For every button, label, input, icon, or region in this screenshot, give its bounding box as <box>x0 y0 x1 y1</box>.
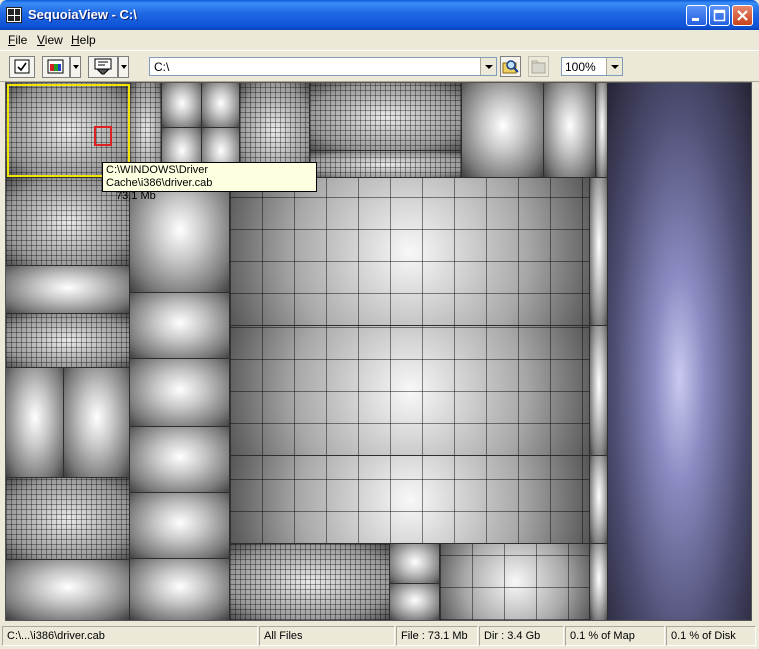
status-dir-size: Dir : 3.4 Gb <box>479 626 564 646</box>
treemap-file[interactable] <box>201 83 241 129</box>
sequoiaview-app-icon[interactable] <box>6 7 22 23</box>
menu-bar: File View Help <box>0 30 759 50</box>
menu-help[interactable]: Help <box>71 33 96 47</box>
status-bar: C:\...\i386\driver.cab All Files File : … <box>0 623 759 649</box>
treemap-file[interactable] <box>129 292 231 360</box>
maximize-button[interactable] <box>709 5 730 26</box>
treemap-file[interactable] <box>589 177 609 327</box>
drive-select-icon <box>14 59 30 74</box>
treemap-folder[interactable] <box>309 150 463 179</box>
status-file-size: File : 73.1 Mb <box>396 626 478 646</box>
status-disk-percent: 0.1 % of Disk <box>666 626 756 646</box>
filter-button[interactable] <box>88 56 118 78</box>
treemap-file[interactable] <box>63 367 131 479</box>
treemap-folder[interactable] <box>229 325 591 457</box>
treemap-folder[interactable] <box>229 455 591 545</box>
window-title: SequoiaView - C:\ <box>28 7 137 22</box>
title-bar[interactable]: SequoiaView - C:\ <box>0 0 759 30</box>
select-drive-button[interactable] <box>9 56 35 78</box>
color-scheme-button[interactable] <box>42 56 70 78</box>
close-button[interactable] <box>732 5 753 26</box>
zoom-value: 100% <box>565 60 596 74</box>
tooltip-size: 73.1 Mb <box>116 190 156 202</box>
treemap-file[interactable] <box>129 358 231 428</box>
menu-view[interactable]: View <box>37 33 63 47</box>
minimize-icon <box>692 18 699 21</box>
treemap-file[interactable] <box>595 83 609 179</box>
treemap-file-large[interactable] <box>607 83 751 620</box>
menu-file[interactable]: File <box>8 33 27 47</box>
status-path: C:\...\i386\driver.cab <box>2 626 258 646</box>
status-filter: All Files <box>259 626 395 646</box>
minimize-button[interactable] <box>686 5 707 26</box>
path-combobox[interactable]: C:\ <box>149 57 497 76</box>
treemap-folder[interactable] <box>439 543 591 620</box>
zoom-dropdown-button[interactable] <box>606 58 622 75</box>
maximize-icon <box>713 9 726 22</box>
path-value: C:\ <box>154 60 170 74</box>
parent-folder-button[interactable] <box>528 56 549 77</box>
treemap-file[interactable] <box>161 83 203 129</box>
treemap-folder[interactable] <box>229 543 391 620</box>
treemap-file[interactable] <box>389 583 441 620</box>
folder-up-icon <box>531 60 546 74</box>
tooltip-path: C:\WINDOWS\Driver Cache\i386\driver.cab <box>106 164 213 189</box>
treemap-folder[interactable] <box>6 313 131 369</box>
path-dropdown-button[interactable] <box>480 58 496 75</box>
color-scheme-dropdown[interactable] <box>70 56 81 78</box>
status-map-percent: 0.1 % of Map <box>565 626 665 646</box>
filter-icon <box>94 58 112 75</box>
treemap-file[interactable] <box>389 543 441 585</box>
treemap-file[interactable] <box>129 558 231 620</box>
treemap-file[interactable] <box>6 265 131 315</box>
close-icon <box>737 10 748 21</box>
browse-button[interactable] <box>500 56 521 77</box>
filter-dropdown[interactable] <box>118 56 129 78</box>
treemap-file[interactable] <box>543 83 597 179</box>
file-tooltip: C:\WINDOWS\Driver Cache\i386\driver.cab … <box>102 162 317 202</box>
treemap-file[interactable] <box>6 559 131 620</box>
treemap-file[interactable] <box>589 455 609 545</box>
magnifier-folder-icon <box>502 60 519 74</box>
color-scheme-icon <box>47 59 64 74</box>
treemap-file[interactable] <box>461 83 545 179</box>
treemap-file[interactable] <box>129 492 231 560</box>
treemap-file[interactable] <box>6 367 65 479</box>
treemap-file[interactable] <box>589 325 609 457</box>
zoom-combobox[interactable]: 100% <box>561 57 623 76</box>
treemap-file[interactable] <box>129 426 231 494</box>
treemap-folder[interactable] <box>6 477 131 561</box>
treemap-file[interactable] <box>589 543 609 620</box>
treemap-folder[interactable] <box>309 83 463 152</box>
